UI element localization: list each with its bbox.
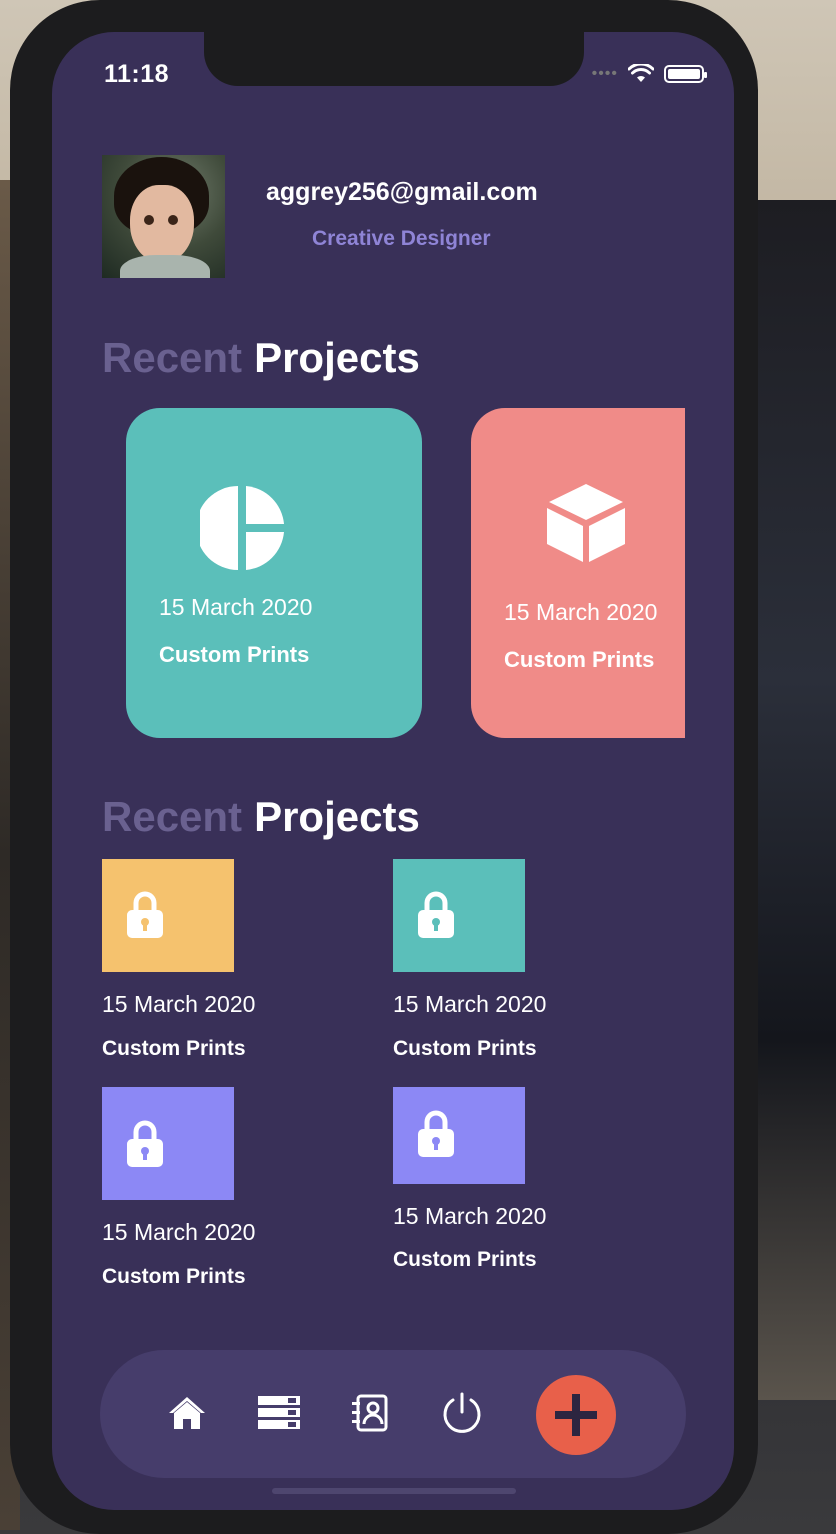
avatar[interactable] [102, 155, 225, 278]
tile-date: 15 March 2020 [393, 1203, 547, 1229]
battery-icon [664, 65, 707, 83]
section-title-recent-projects: Recent Projects [102, 334, 420, 382]
plus-icon [555, 1394, 597, 1436]
lock-icon [127, 1120, 163, 1167]
power-icon[interactable] [441, 1392, 483, 1434]
project-tile[interactable] [102, 859, 234, 972]
wifi-icon [628, 64, 654, 82]
phone-frame: 11:18 •••• aggrey256@gmail.com Creative … [10, 0, 758, 1534]
tile-name: Custom Prints [393, 1037, 537, 1060]
lock-icon [418, 891, 454, 938]
home-icon[interactable] [168, 1396, 206, 1430]
signal-icon: •••• [591, 65, 618, 82]
pie-chart-icon [200, 486, 284, 570]
project-name: Custom Prints [159, 642, 310, 667]
profile-role: Creative Designer [312, 227, 491, 250]
tile-name: Custom Prints [393, 1248, 537, 1271]
app-screen: 11:18 •••• aggrey256@gmail.com Creative … [52, 32, 734, 1510]
section-title-main: Projects [254, 334, 420, 381]
cube-icon [547, 484, 625, 562]
project-date: 15 March 2020 [159, 594, 313, 620]
home-indicator [272, 1488, 516, 1494]
project-tile[interactable] [102, 1087, 234, 1200]
project-tile[interactable] [393, 1087, 525, 1184]
profile-email: aggrey256@gmail.com [266, 178, 538, 206]
notch [204, 32, 584, 86]
add-button[interactable] [536, 1375, 616, 1455]
section-title-main: Projects [254, 793, 420, 840]
contacts-icon[interactable] [352, 1394, 388, 1432]
project-date: 15 March 2020 [504, 599, 658, 625]
bottom-navbar [100, 1350, 686, 1478]
tile-date: 15 March 2020 [102, 991, 256, 1017]
project-tile[interactable] [393, 859, 525, 972]
project-name: Custom Prints [504, 647, 655, 672]
tile-date: 15 March 2020 [102, 1219, 256, 1245]
status-time: 11:18 [104, 60, 170, 88]
lock-icon [418, 1110, 454, 1157]
list-icon[interactable] [258, 1396, 300, 1430]
project-card[interactable]: 15 March 2020 Custom Prints [471, 408, 685, 738]
project-card[interactable]: 15 March 2020 Custom Prints [126, 408, 422, 738]
status-icons: •••• [591, 64, 707, 84]
tile-name: Custom Prints [102, 1265, 246, 1288]
tile-date: 15 March 2020 [393, 991, 547, 1017]
lock-icon [127, 891, 163, 938]
section-title-muted: Recent [102, 793, 243, 840]
tile-name: Custom Prints [102, 1037, 246, 1060]
section-title-muted: Recent [102, 334, 243, 381]
section-title-recent-projects: Recent Projects [102, 793, 420, 841]
